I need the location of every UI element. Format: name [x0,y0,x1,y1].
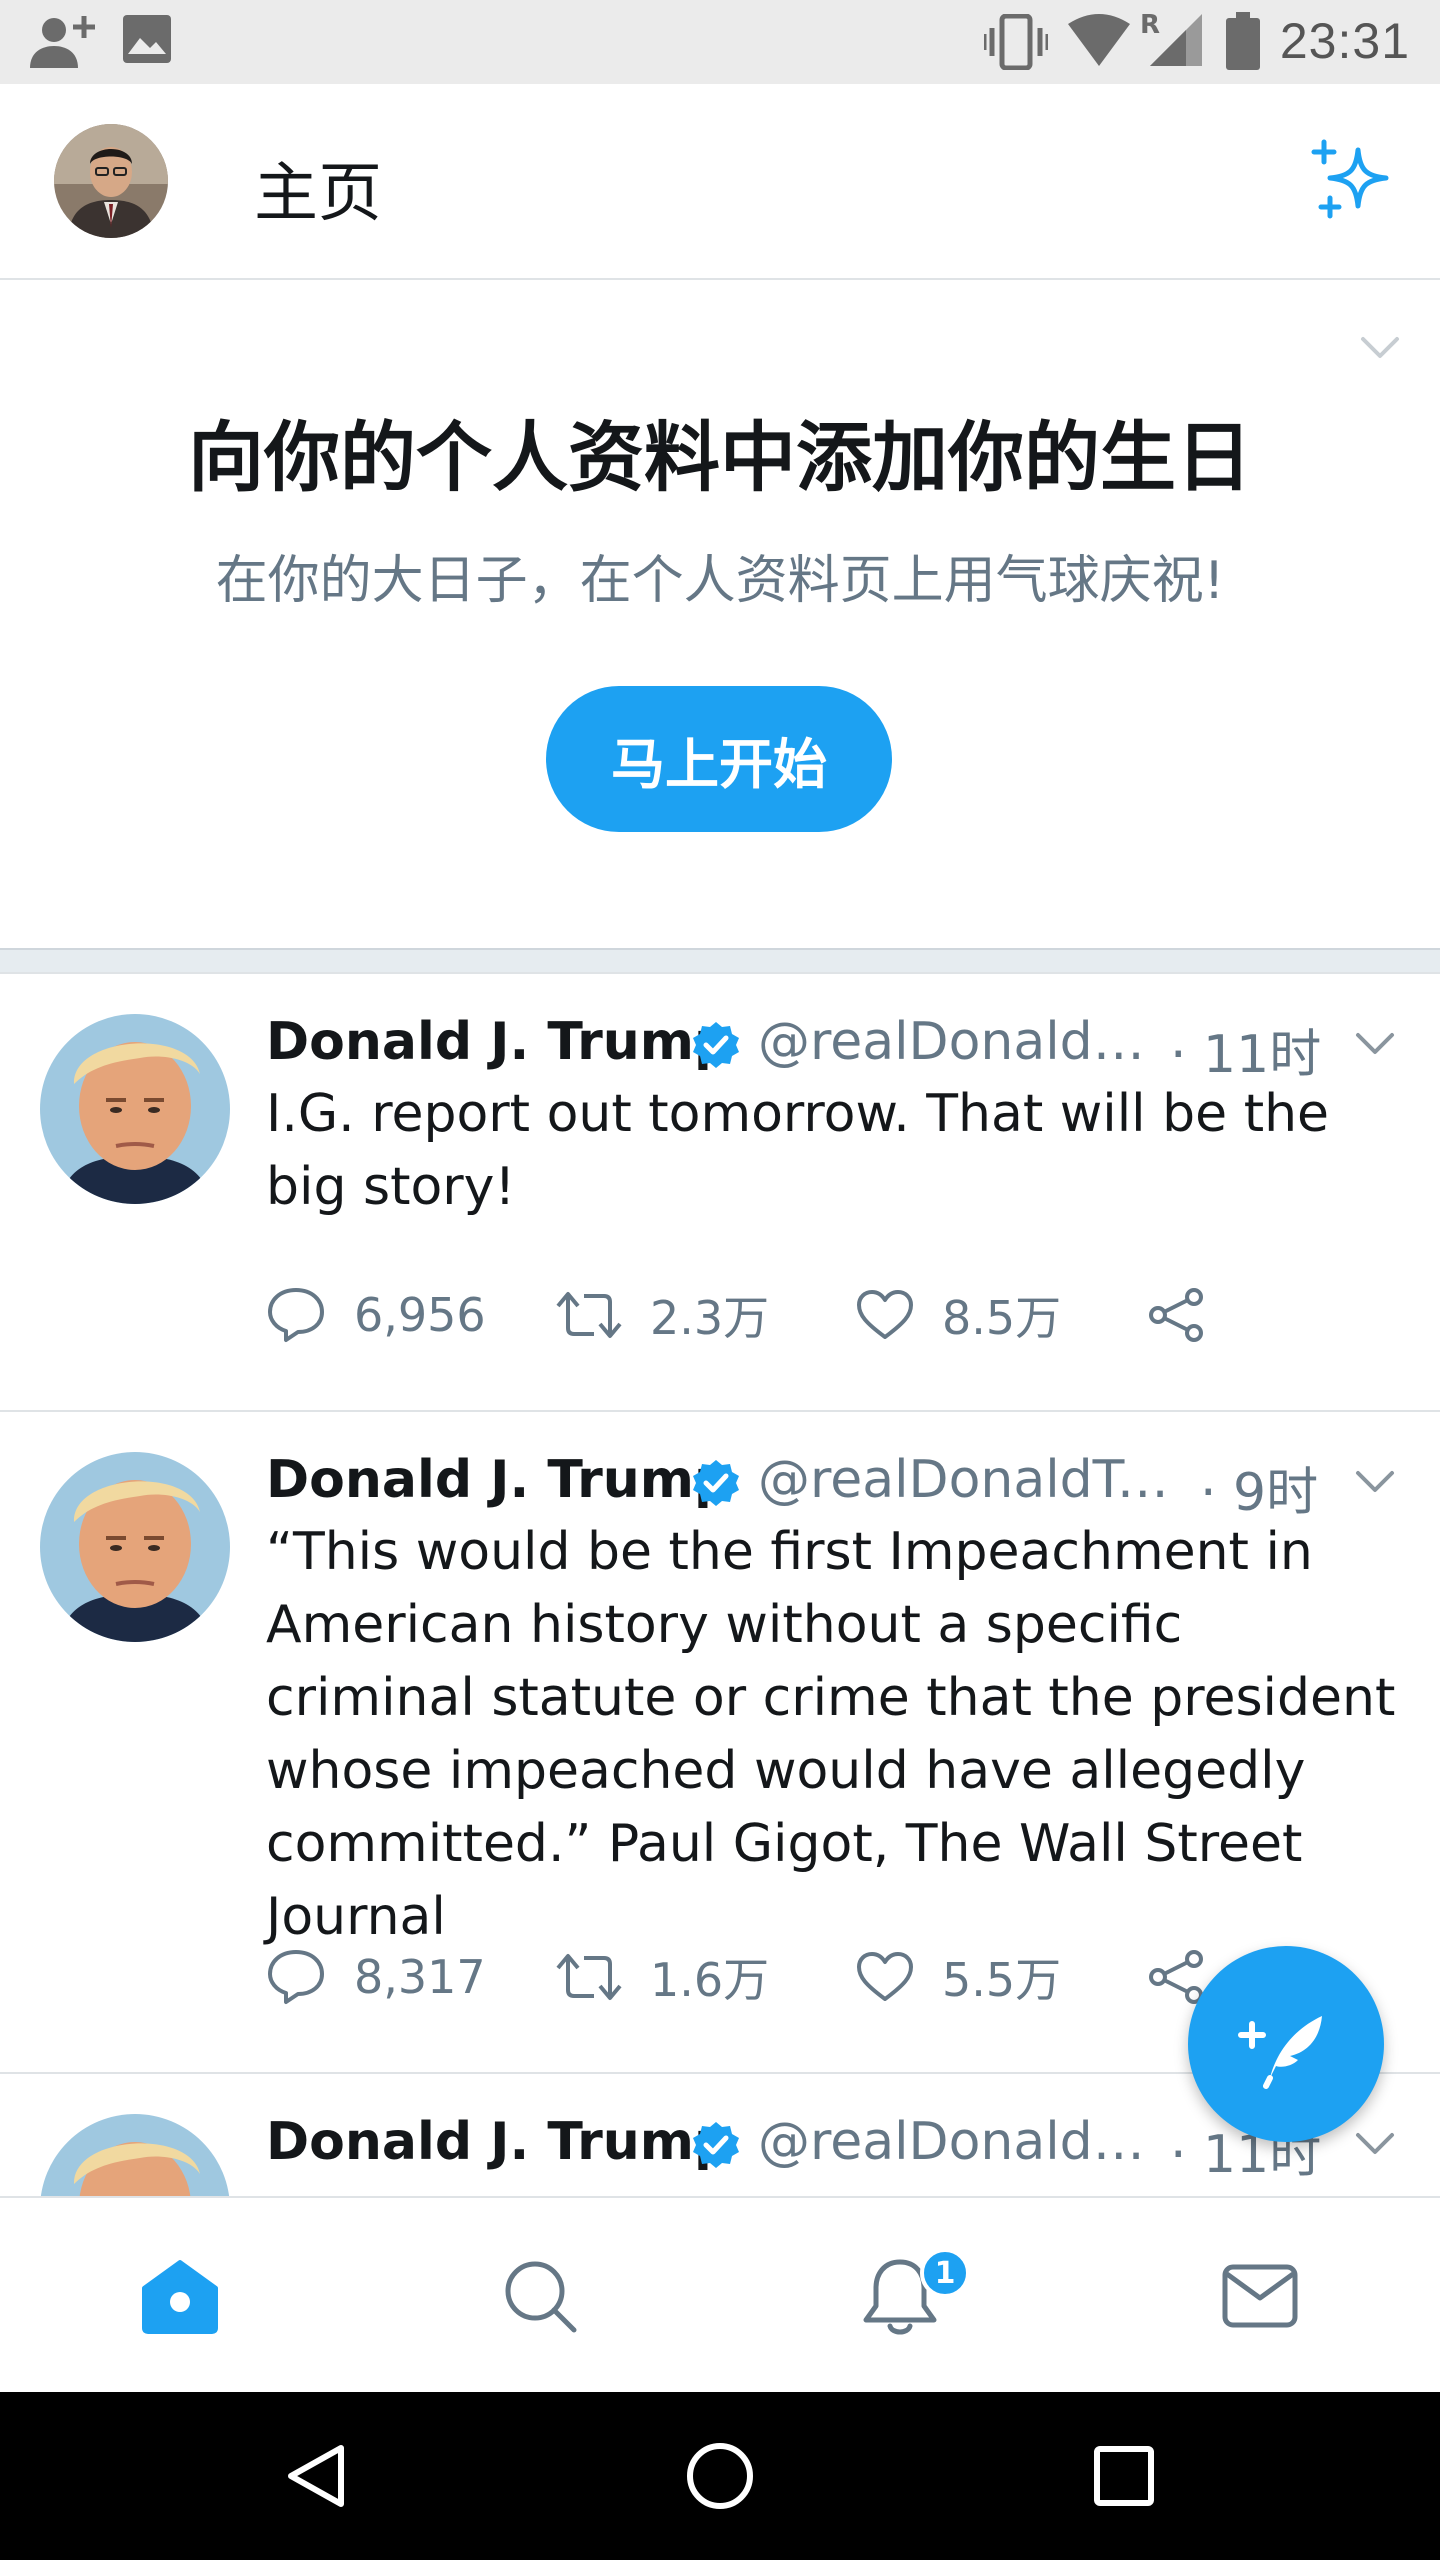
chevron-down-icon[interactable] [1355,2132,1395,2156]
like-count: 5.5万 [942,1953,1062,2007]
tab-messages[interactable] [1080,2198,1440,2394]
notification-badge: 1 [920,2248,970,2298]
verified-badge-icon [693,1460,739,1506]
retweet-count: 2.3万 [650,1291,770,1345]
chevron-down-icon[interactable] [1355,1470,1395,1494]
tweet-author-name[interactable]: Donald J. Trump [266,1450,731,1510]
mail-icon [1222,2264,1298,2328]
reply-icon [268,1288,324,1342]
chevron-down-icon[interactable] [1360,336,1400,360]
tweet-header: Donald J. Trump @realDonaldTrump · 9时 [266,1450,1366,1523]
reply-count: 8,317 [354,1950,486,2004]
back-triangle-icon [288,2445,344,2507]
status-bar: R 23:31 [0,0,1440,84]
like-button[interactable]: 5.5万 [856,1942,1061,2012]
tweet-timestamp: · 11时 [1170,1025,1322,1085]
avatar[interactable] [40,1452,230,1642]
tweet-author-handle: @realDonaldTrump [758,1012,1158,1072]
verified-badge-icon [693,1022,739,1068]
like-count: 8.5万 [942,1291,1062,1345]
section-divider [0,948,1440,974]
nav-home-button[interactable] [620,2392,820,2560]
compose-feather-icon [1238,2016,1322,2089]
home-icon [142,2260,218,2334]
tweet-author-name[interactable]: Donald J. Trump [266,2112,731,2172]
retweet-icon [556,1954,622,2000]
tweet-author-handle: @realDonaldTrump [758,2112,1158,2172]
tweet-text: “This would be the first Impeachment in … [266,1522,1412,1947]
page-title: 主页 [254,157,382,231]
sparkle-icon[interactable] [1310,136,1398,224]
retweet-count: 1.6万 [650,1953,770,2007]
reply-button[interactable]: 6,956 [266,1280,486,1350]
tab-home[interactable] [0,2198,360,2394]
prompt-title: 向你的个人资料中添加你的生日 [188,413,1252,502]
system-navigation-bar [0,2392,1440,2560]
recents-square-icon [1094,2446,1154,2506]
retweet-button[interactable]: 2.3万 [556,1280,769,1350]
verified-badge-icon [693,2122,739,2168]
compose-tweet-button[interactable] [1188,1946,1384,2142]
tweet-actions: 8,317 1.6万 5.5万 [266,1942,1266,2012]
nav-back-button[interactable] [216,2392,416,2560]
battery-icon [1226,12,1260,70]
reply-count: 6,956 [354,1288,486,1342]
nav-recents-button[interactable] [1024,2392,1224,2560]
prompt-subtitle: 在你的大日子，在个人资料页上用气球庆祝! [215,551,1225,611]
bottom-tab-bar: 1 [0,2196,1440,2392]
tweet-text: I.G. report out tomorrow. That will be t… [266,1084,1346,1217]
image-icon [123,15,171,63]
retweet-icon [556,1292,622,1338]
share-icon [1149,1950,1203,2004]
reply-button[interactable]: 8,317 [266,1942,486,2012]
tweet-timestamp: · 9时 [1200,1463,1319,1523]
cell-signal-icon [1150,14,1202,66]
avatar[interactable] [40,1014,230,1204]
tab-notifications[interactable] [720,2198,1080,2394]
get-started-button[interactable]: 马上开始 [546,686,892,832]
tweet-author-name[interactable]: Donald J. Trump [266,1012,731,1072]
heart-icon [857,1952,913,2001]
home-circle-icon [687,2443,753,2509]
app-header: 主页 [0,84,1440,280]
share-icon [1149,1288,1203,1342]
avatar[interactable] [54,124,168,238]
birthday-prompt-card: 向你的个人资料中添加你的生日 在你的大日子，在个人资料页上用气球庆祝! 马上开始 [0,280,1440,948]
reply-icon [268,1950,324,2004]
tweet-header: Donald J. Trump @realDonaldTrump · 11时 [266,2112,1366,2185]
tweet-header: Donald J. Trump @realDonaldTrump · 11时 [266,1012,1366,1085]
clock: 23:31 [1279,13,1410,69]
heart-icon [857,1290,913,1339]
tab-search[interactable] [360,2198,720,2394]
chevron-down-icon[interactable] [1355,1032,1395,1056]
retweet-button[interactable]: 1.6万 [556,1942,769,2012]
like-button[interactable]: 8.5万 [856,1280,1061,1350]
wifi-icon [1068,14,1130,66]
add-person-icon [30,16,95,68]
tweet[interactable]: Donald J. Trump @realDonaldTrump · 11时 I… [0,974,1440,1412]
tweet-author-handle: @realDonaldTrump [758,1450,1188,1510]
share-button[interactable] [1146,1280,1206,1350]
avatar[interactable] [40,2114,230,2196]
tweet-actions: 6,956 2.3万 8.5万 [266,1280,1266,1350]
search-icon [505,2261,577,2333]
vibrate-icon [984,14,1048,70]
